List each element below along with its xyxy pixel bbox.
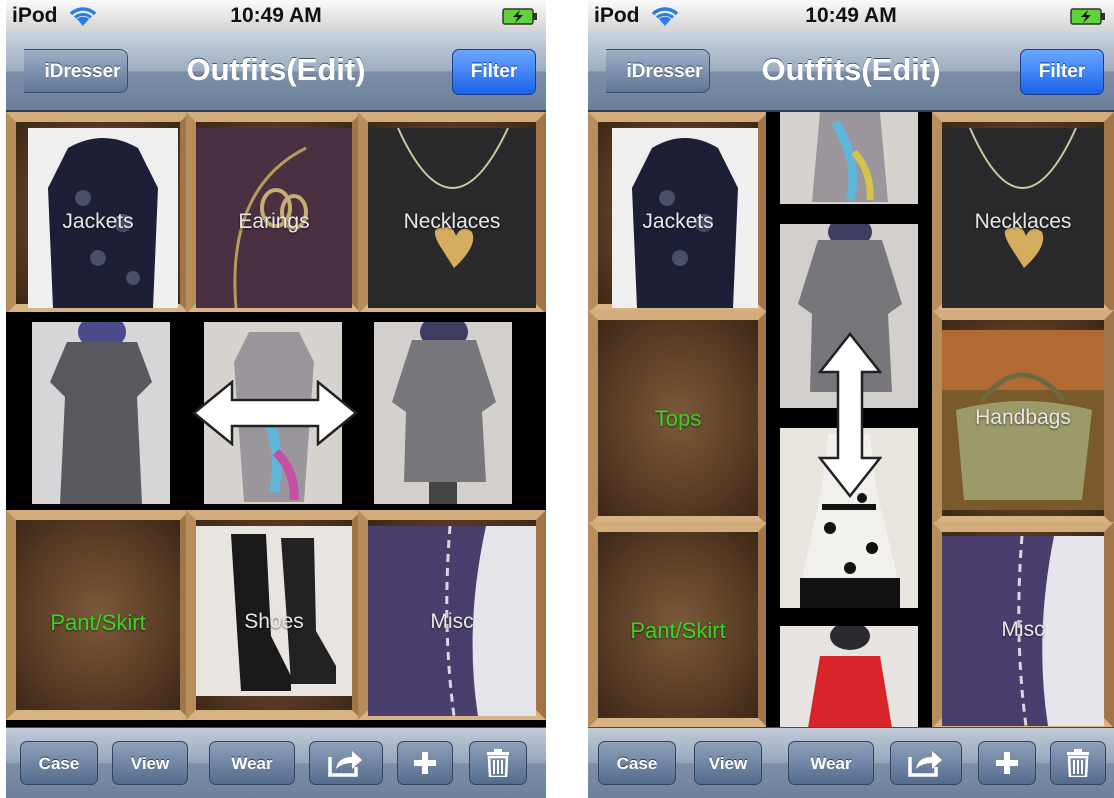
plus-icon: [414, 752, 436, 774]
case-button[interactable]: Case: [598, 741, 676, 785]
add-button[interactable]: [397, 741, 453, 785]
battery-charging-icon: [1070, 8, 1105, 25]
view-button[interactable]: View: [694, 741, 762, 785]
trash-icon: [487, 749, 509, 777]
screen-vertical-swipe: iPod 10:49 AM iDresser Outfits(Edit) Fil…: [588, 0, 1114, 798]
battery-charging-icon: [502, 8, 537, 25]
top-photo-gray-dress: [32, 322, 170, 504]
cell-label: Jackets: [62, 210, 134, 233]
navigation-bar: iDresser Outfits(Edit) Filter: [588, 32, 1114, 112]
cell-label: Misc: [430, 610, 474, 633]
share-icon: [908, 751, 942, 777]
share-button[interactable]: [309, 741, 383, 785]
cubby-pant-skirt[interactable]: Pant/Skirt: [6, 510, 190, 720]
filter-button[interactable]: Filter: [452, 49, 536, 95]
status-bar: iPod 10:49 AM: [6, 0, 546, 32]
cubby-necklaces[interactable]: Necklaces: [932, 112, 1114, 314]
wardrobe-grid: Jackets Tops Pant/Skirt Necklaces Handba…: [588, 112, 1114, 728]
outfits-carousel[interactable]: [766, 112, 932, 728]
cell-label: Necklaces: [403, 210, 501, 233]
wardrobe-grid: Jackets Earings Necklaces Pant/Skirt Sho…: [6, 112, 546, 728]
vertical-double-arrow-icon: [818, 332, 882, 498]
cell-label: Necklaces: [974, 210, 1072, 233]
view-button[interactable]: View: [112, 741, 188, 785]
cubby-jackets[interactable]: Jackets: [6, 112, 190, 314]
cubby-tops[interactable]: Tops: [588, 310, 768, 526]
cubby-pant-skirt[interactable]: Pant/Skirt: [588, 522, 768, 728]
status-time: 10:49 AM: [805, 4, 897, 27]
cubby-misc[interactable]: Misc: [358, 510, 546, 720]
screen-horizontal-swipe: iPod 10:49 AM iDresser Outfits(Edit) Fil…: [6, 0, 546, 798]
tops-carousel[interactable]: [6, 312, 546, 512]
status-bar: iPod 10:49 AM: [588, 0, 1114, 32]
dress-photo-red: [780, 626, 918, 728]
cubby-misc[interactable]: Misc: [932, 522, 1114, 728]
share-icon: [328, 751, 362, 777]
cubby-handbags[interactable]: Handbags: [932, 310, 1114, 526]
delete-button[interactable]: [1050, 741, 1106, 785]
share-button[interactable]: [890, 741, 962, 785]
bottom-toolbar: Case View Wear: [6, 727, 546, 798]
trash-icon: [1067, 749, 1089, 777]
cell-label: Handbags: [975, 406, 1071, 429]
case-button[interactable]: Case: [20, 741, 98, 785]
delete-button[interactable]: [469, 741, 527, 785]
plus-icon: [996, 752, 1018, 774]
navigation-bar: iDresser Outfits(Edit) Filter: [6, 32, 546, 112]
cubby-necklaces[interactable]: Necklaces: [358, 112, 546, 314]
bottom-toolbar: Case View Wear: [588, 727, 1114, 798]
cell-label: Earings: [238, 210, 310, 233]
cell-label: Shoes: [244, 610, 304, 633]
cell-label: Misc: [1001, 618, 1045, 641]
cubby-shoes[interactable]: Shoes: [186, 510, 362, 720]
cell-label-empty: Pant/Skirt: [630, 618, 726, 643]
cell-label-empty: Pant/Skirt: [50, 610, 146, 635]
horizontal-double-arrow-icon: [192, 380, 358, 446]
wear-button[interactable]: Wear: [209, 741, 295, 785]
add-button[interactable]: [978, 741, 1036, 785]
top-photo-lace-blouse: [374, 322, 512, 504]
status-time: 10:49 AM: [230, 4, 322, 27]
cubby-earings[interactable]: Earings: [186, 112, 362, 314]
wear-button[interactable]: Wear: [788, 741, 874, 785]
cell-label: Jackets: [642, 210, 714, 233]
cubby-jackets[interactable]: Jackets: [588, 112, 768, 314]
cell-label-empty: Tops: [654, 406, 702, 431]
filter-button[interactable]: Filter: [1020, 49, 1104, 95]
dress-photo-patterned: [780, 112, 918, 204]
